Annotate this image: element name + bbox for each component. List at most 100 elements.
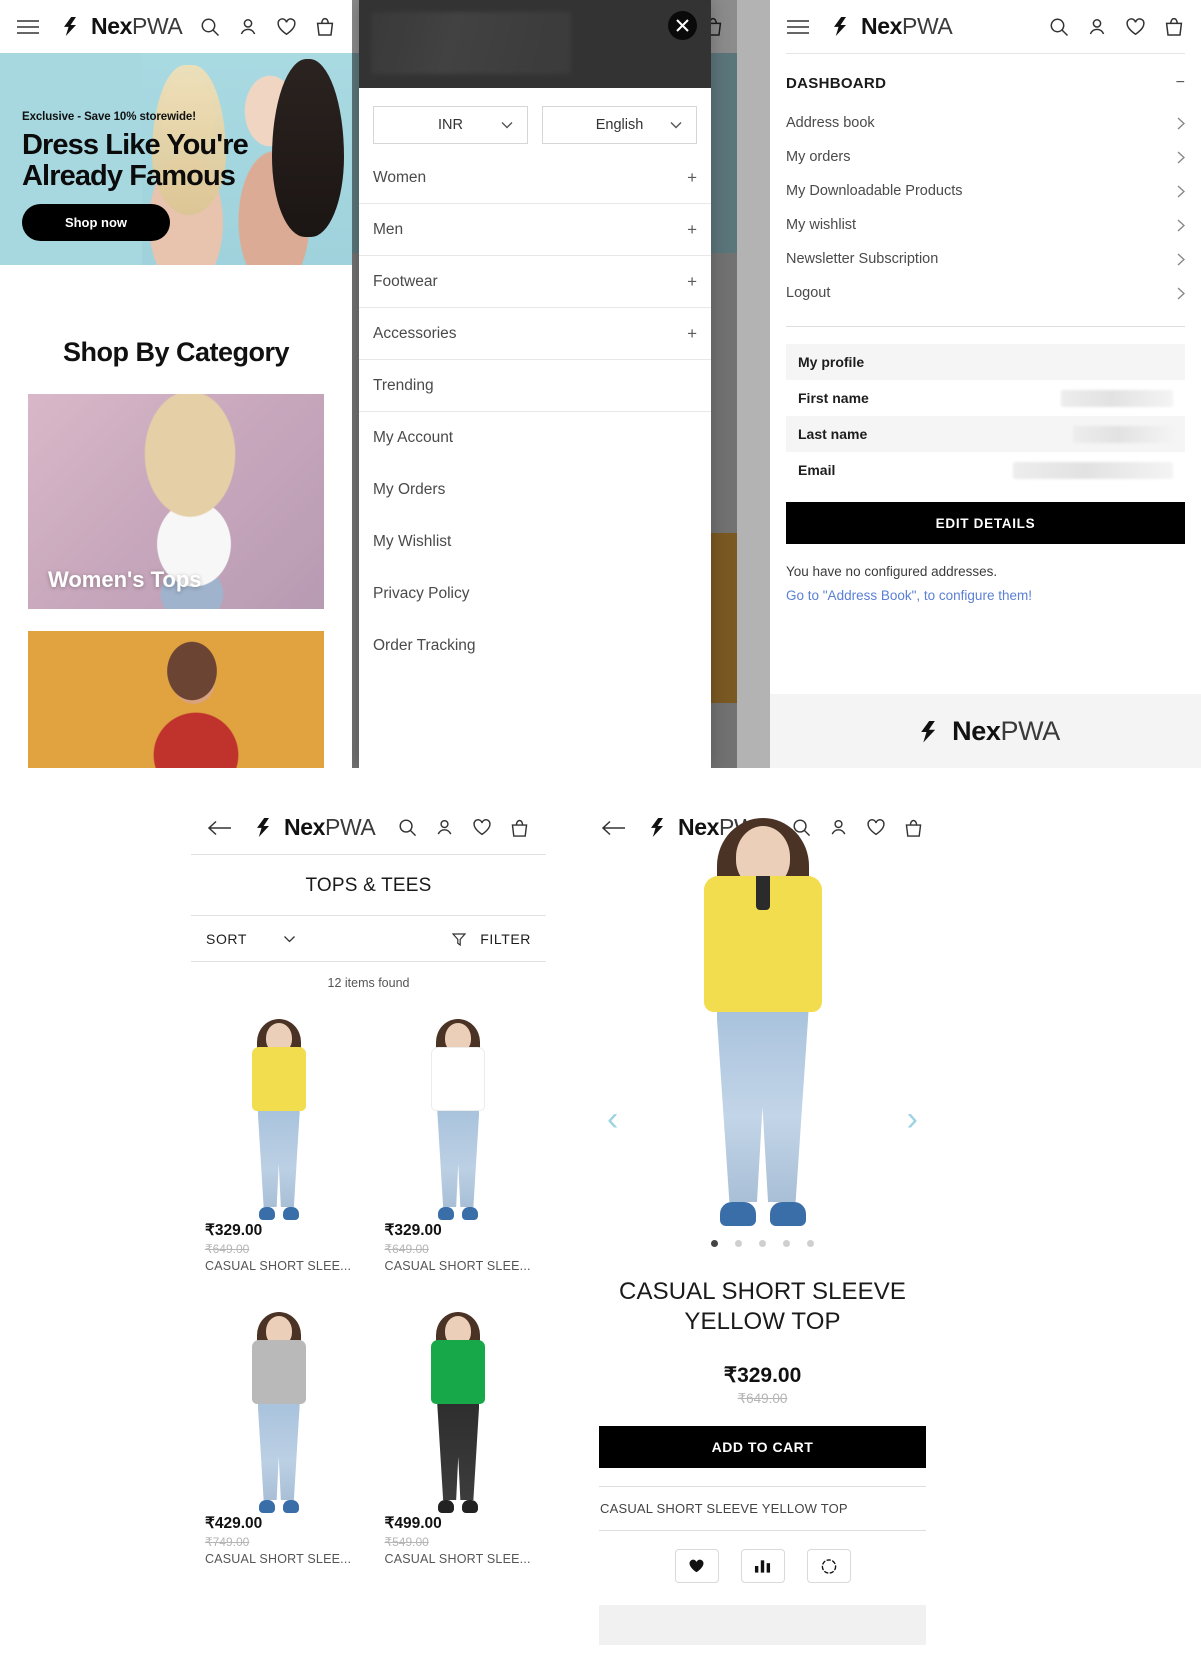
currency-select[interactable]: INR xyxy=(373,106,528,144)
account-icon[interactable] xyxy=(1087,17,1107,37)
category-card-second[interactable] xyxy=(28,631,324,768)
search-icon[interactable] xyxy=(200,17,220,37)
profile-row-first-name: First name xyxy=(786,380,1185,416)
hero-banner[interactable]: Exclusive - Save 10% storewide! Dress Li… xyxy=(0,53,352,265)
account-nav-logout[interactable]: Logout xyxy=(770,276,1201,310)
hero-title-line1: Dress Like You're xyxy=(22,129,249,161)
drawer-item-privacy-policy[interactable]: Privacy Policy xyxy=(359,568,711,620)
account-nav-downloadable-products[interactable]: My Downloadable Products xyxy=(770,174,1201,208)
product-card[interactable]: ₹499.00 ₹549.00 CASUAL SHORT SLEE... xyxy=(374,1299,542,1566)
product-old-price: ₹549.00 xyxy=(384,1535,429,1549)
sort-control[interactable]: SORT xyxy=(206,931,296,947)
gallery-dot[interactable] xyxy=(759,1240,766,1247)
back-arrow-icon[interactable] xyxy=(208,820,232,836)
drawer-item-my-wishlist[interactable]: My Wishlist xyxy=(359,516,711,568)
cart-icon[interactable] xyxy=(315,16,335,37)
drawer-item-my-orders[interactable]: My Orders xyxy=(359,464,711,516)
add-to-cart-button[interactable]: ADD TO CART xyxy=(599,1426,926,1469)
product-price: ₹329.00 xyxy=(723,1364,802,1388)
dashboard-header[interactable]: DASHBOARD − xyxy=(770,54,1201,106)
shop-now-button[interactable]: Shop now xyxy=(22,204,170,242)
drawer-item-label: Privacy Policy xyxy=(373,585,470,602)
account-nav-address-book[interactable]: Address book xyxy=(770,106,1201,140)
wishlist-icon[interactable] xyxy=(1125,17,1146,37)
wishlist-icon[interactable] xyxy=(276,17,297,37)
gallery-dot[interactable] xyxy=(735,1240,742,1247)
product-card[interactable]: ₹329.00 ₹649.00 CASUAL SHORT SLEE... xyxy=(374,1006,542,1273)
collapse-icon[interactable]: − xyxy=(1176,74,1185,92)
gallery-dots xyxy=(585,1234,940,1249)
drawer-item-order-tracking[interactable]: Order Tracking xyxy=(359,620,711,672)
product-card[interactable]: ₹329.00 ₹649.00 CASUAL SHORT SLEE... xyxy=(195,1006,363,1273)
product-image xyxy=(195,1299,363,1514)
close-icon[interactable] xyxy=(668,11,697,40)
expand-plus-icon[interactable]: + xyxy=(687,272,697,292)
product-card[interactable]: ₹429.00 ₹749.00 CASUAL SHORT SLEE... xyxy=(195,1299,363,1566)
hamburger-icon[interactable] xyxy=(17,19,39,34)
brand-logo[interactable]: NexPWA xyxy=(826,11,953,42)
account-nav-label: Address book xyxy=(786,115,875,131)
drawer-item-my-account[interactable]: My Account xyxy=(359,412,711,464)
expand-plus-icon[interactable]: + xyxy=(687,168,697,188)
currency-value: INR xyxy=(438,117,463,133)
language-select[interactable]: English xyxy=(542,106,697,144)
account-nav-my-wishlist[interactable]: My wishlist xyxy=(770,208,1201,242)
filter-control[interactable]: FILTER xyxy=(452,931,531,947)
brand-name-bold: Nex xyxy=(952,715,1001,746)
cart-icon[interactable] xyxy=(904,818,923,838)
edit-details-button[interactable]: EDIT DETAILS xyxy=(786,502,1185,544)
drawer-item-label: Accessories xyxy=(373,324,457,342)
profile-row-label: Email xyxy=(798,462,836,478)
gallery-image[interactable] xyxy=(678,818,848,1234)
account-nav-newsletter-subscription[interactable]: Newsletter Subscription xyxy=(770,242,1201,276)
hamburger-icon[interactable] xyxy=(787,19,809,34)
listing-title: TOPS & TEES xyxy=(305,875,432,896)
filter-funnel-icon xyxy=(452,932,467,946)
search-icon[interactable] xyxy=(398,818,417,837)
brand-logo[interactable]: NexPWA xyxy=(249,812,376,843)
product-price: ₹499.00 xyxy=(384,1515,442,1532)
chevron-right-icon xyxy=(1177,252,1185,266)
gallery-dot[interactable] xyxy=(783,1240,790,1247)
brand-name-light: PWA xyxy=(325,814,376,840)
expand-plus-icon[interactable]: + xyxy=(687,220,697,240)
back-arrow-icon[interactable] xyxy=(602,820,626,836)
product-gallery: ‹ › xyxy=(585,818,940,1234)
gallery-dot[interactable] xyxy=(807,1240,814,1247)
drawer-item-men[interactable]: Men + xyxy=(359,204,711,256)
drawer-item-women[interactable]: Women + xyxy=(359,152,711,204)
address-book-link[interactable]: Go to "Address Book", to configure them! xyxy=(786,588,1185,603)
wishlist-icon[interactable] xyxy=(866,818,886,837)
drawer-item-accessories[interactable]: Accessories + xyxy=(359,308,711,360)
account-nav-label: My Downloadable Products xyxy=(786,183,963,199)
gallery-dot[interactable] xyxy=(711,1240,718,1247)
account-icon[interactable] xyxy=(238,17,258,37)
wishlist-icon[interactable] xyxy=(472,818,492,837)
account-icon[interactable] xyxy=(435,818,454,837)
account-nav-my-orders[interactable]: My orders xyxy=(770,140,1201,174)
360-view-icon[interactable] xyxy=(806,1549,851,1584)
gallery-next-button[interactable]: › xyxy=(907,1100,918,1139)
profile-row-value-masked xyxy=(1013,461,1173,479)
wishlist-heart-icon[interactable] xyxy=(674,1549,719,1584)
expand-plus-icon[interactable]: + xyxy=(687,324,697,344)
product-title: CASUAL SHORT SLEEVE YELLOW TOP xyxy=(619,1278,906,1336)
cart-icon[interactable] xyxy=(510,818,529,838)
drawer-item-label: Men xyxy=(373,220,404,238)
search-icon[interactable] xyxy=(1049,17,1069,37)
cart-icon[interactable] xyxy=(1164,16,1184,37)
shop-by-category-title: Shop By Category xyxy=(62,337,290,367)
drawer-item-trending[interactable]: Trending xyxy=(359,360,711,412)
chevron-right-icon xyxy=(1177,150,1185,164)
drawer-item-footwear[interactable]: Footwear + xyxy=(359,256,711,308)
product-old-price: ₹649.00 xyxy=(737,1391,788,1407)
compare-bars-icon[interactable] xyxy=(740,1549,785,1584)
account-nav-list: Address book My orders My Downloadable P… xyxy=(770,106,1201,310)
gallery-prev-button[interactable]: ‹ xyxy=(607,1100,618,1139)
category-card-womens-tops[interactable]: Women's Tops xyxy=(28,394,324,609)
product-grid: ₹429.00 ₹749.00 CASUAL SHORT SLEE... ₹49… xyxy=(191,1299,546,1566)
chevron-right-icon xyxy=(1177,218,1185,232)
detail-bottom-placeholder xyxy=(599,1605,926,1646)
product-old-price: ₹749.00 xyxy=(205,1535,250,1549)
brand-logo[interactable]: NexPWA xyxy=(56,11,183,42)
